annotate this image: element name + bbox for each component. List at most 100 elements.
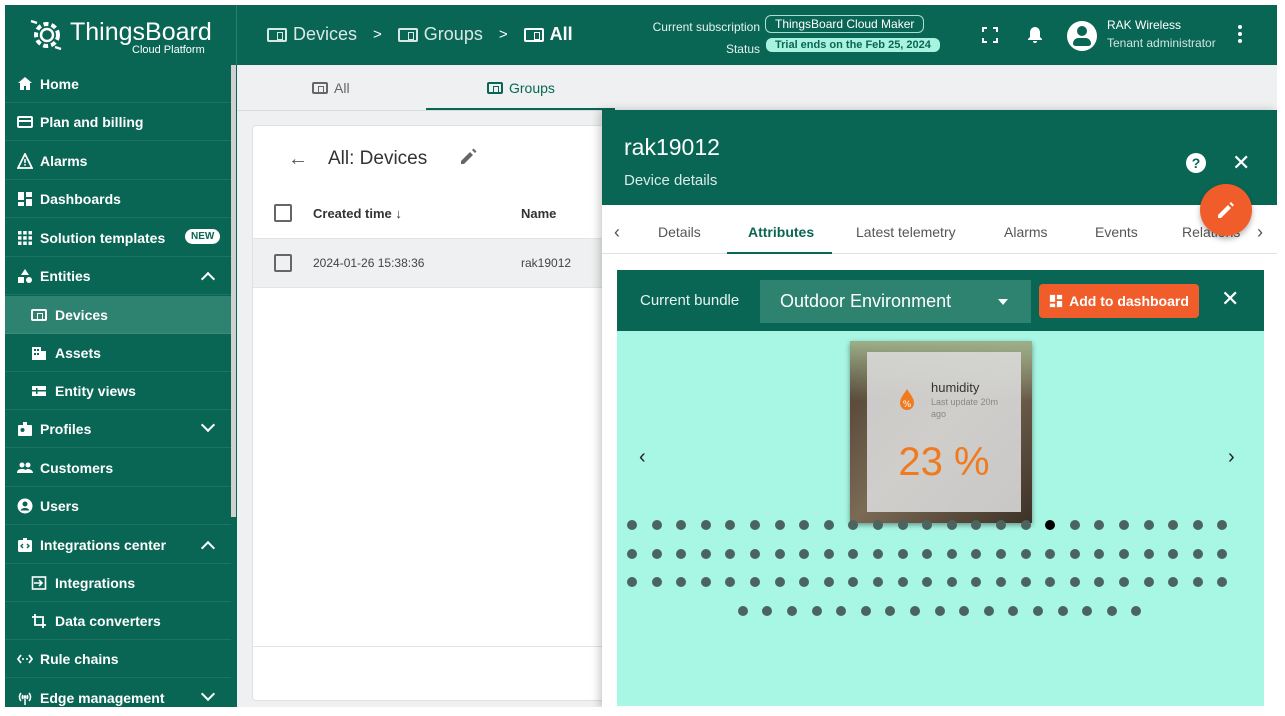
pagination-dot[interactable] [823, 520, 834, 530]
close-bundle-icon[interactable]: ✕ [1221, 286, 1239, 312]
pagination-dot[interactable] [848, 548, 859, 559]
pagination-dot[interactable] [848, 577, 859, 587]
pagination-dot[interactable] [1143, 520, 1154, 530]
pagination-dot[interactable] [946, 548, 957, 559]
pagination-dot[interactable] [1094, 548, 1105, 559]
pagination-dot[interactable] [897, 548, 908, 559]
pagination-dot[interactable] [1168, 520, 1179, 530]
column-name[interactable]: Name [521, 206, 556, 221]
sidebar-item-users[interactable]: Users [5, 487, 231, 525]
pagination-dot[interactable] [1008, 605, 1019, 616]
sidebar-item-entities[interactable]: Entities [5, 257, 231, 295]
pagination-dot[interactable] [1020, 520, 1031, 530]
pagination-dot[interactable] [762, 605, 773, 616]
pagination-dot[interactable] [774, 520, 785, 530]
pagination-dot[interactable] [836, 605, 847, 616]
bell-icon[interactable] [1025, 25, 1045, 45]
pagination-dot[interactable] [627, 577, 637, 587]
pagination-dot[interactable] [848, 520, 859, 530]
pagination-dot[interactable] [1192, 577, 1203, 587]
pagination-dot[interactable] [1217, 577, 1228, 587]
pagination-dot[interactable] [1119, 577, 1129, 587]
select-all-checkbox[interactable] [274, 204, 292, 222]
help-icon[interactable]: ? [1186, 153, 1206, 173]
tab-events[interactable]: Events [1095, 224, 1138, 240]
pagination-dot[interactable] [922, 577, 933, 587]
pagination-dot[interactable] [1094, 520, 1105, 530]
pagination-dot[interactable] [1069, 577, 1080, 587]
pagination-dot[interactable] [651, 548, 662, 559]
pagination-dot[interactable] [897, 520, 908, 530]
pagination-dot[interactable] [774, 577, 785, 587]
tab-latest-telemetry[interactable]: Latest telemetry [856, 224, 956, 240]
pagination-dot[interactable] [811, 605, 822, 616]
pagination-dot[interactable] [1119, 548, 1129, 559]
pagination-dot[interactable] [946, 577, 957, 587]
close-icon[interactable]: ✕ [1232, 150, 1250, 176]
pagination-dot[interactable] [1168, 577, 1179, 587]
back-arrow-icon[interactable]: ← [288, 148, 308, 171]
pagination-dot[interactable] [1082, 605, 1093, 616]
pagination-dot[interactable] [873, 577, 883, 587]
pagination-dot[interactable] [627, 520, 637, 530]
pagination-dot[interactable] [897, 577, 908, 587]
pagination-dot[interactable] [1045, 577, 1056, 587]
pagination-dot[interactable] [909, 605, 920, 616]
table-row[interactable]: 2024-01-26 15:38:36 rak19012 [253, 238, 611, 288]
sidebar-item-devices[interactable]: Devices [5, 296, 231, 334]
pagination-dot[interactable] [1168, 548, 1179, 559]
fullscreen-icon[interactable] [980, 25, 1000, 45]
pagination-dot[interactable] [750, 548, 760, 559]
pagination-dot[interactable] [651, 520, 662, 530]
sidebar-item-plan-billing[interactable]: Plan and billing [5, 103, 231, 141]
pagination-dot[interactable] [1045, 520, 1056, 530]
edit-fab-button[interactable] [1200, 184, 1252, 236]
pagination-dot[interactable] [1119, 520, 1129, 530]
more-vert-icon[interactable] [1237, 25, 1243, 45]
pagination-dot[interactable] [1032, 605, 1043, 616]
pagination-dot[interactable] [1143, 577, 1154, 587]
logo[interactable]: ThingsBoard Cloud Platform [5, 5, 237, 65]
pagination-dot[interactable] [774, 548, 785, 559]
tab-groups[interactable]: Groups [487, 65, 555, 111]
pagination-dot[interactable] [1094, 577, 1105, 587]
sidebar-scrollbar[interactable] [231, 65, 236, 517]
pagination-dot[interactable] [996, 520, 1006, 530]
chevron-right-icon[interactable]: › [1257, 222, 1263, 243]
tab-attributes[interactable]: Attributes [748, 224, 814, 240]
sidebar-item-dashboards[interactable]: Dashboards [5, 180, 231, 218]
pagination-dot[interactable] [799, 520, 810, 530]
pagination-dot[interactable] [676, 548, 687, 559]
sidebar-item-entity-views[interactable]: Entity views [5, 372, 231, 410]
pagination-dot[interactable] [786, 605, 797, 616]
pagination-dot[interactable] [959, 605, 970, 616]
pagination-dot[interactable] [1192, 548, 1203, 559]
pagination-dot[interactable] [1045, 548, 1056, 559]
sidebar-item-rule-chains[interactable]: Rule chains [5, 640, 231, 678]
tab-alarms[interactable]: Alarms [1004, 224, 1048, 240]
trial-status-chip[interactable]: Trial ends on the Feb 25, 2024 [766, 38, 940, 52]
pagination-dot[interactable] [1192, 520, 1203, 530]
pagination-dot[interactable] [996, 577, 1006, 587]
pagination-dot[interactable] [750, 577, 760, 587]
pagination-dot[interactable] [922, 520, 933, 530]
pagination-dot[interactable] [651, 577, 662, 587]
pagination-dot[interactable] [700, 548, 711, 559]
pagination-dot[interactable] [799, 548, 810, 559]
pagination-dot[interactable] [737, 605, 748, 616]
pagination-dot[interactable] [1020, 577, 1031, 587]
bundle-select[interactable]: Outdoor Environment [760, 280, 1031, 323]
pagination-dot[interactable] [627, 548, 637, 559]
sidebar-item-assets[interactable]: Assets [5, 334, 231, 372]
pagination-dot[interactable] [860, 605, 871, 616]
pagination-dot[interactable] [1020, 548, 1031, 559]
pagination-dot[interactable] [725, 577, 736, 587]
pagination-dot[interactable] [676, 577, 687, 587]
pagination-dot[interactable] [1069, 548, 1080, 559]
pagination-dot[interactable] [700, 577, 711, 587]
breadcrumb-devices[interactable]: Devices [267, 24, 357, 45]
pagination-dot[interactable] [873, 520, 883, 530]
row-checkbox[interactable] [274, 254, 292, 272]
pagination-dot[interactable] [676, 520, 687, 530]
sidebar-item-edge-management[interactable]: Edge management [5, 679, 231, 707]
